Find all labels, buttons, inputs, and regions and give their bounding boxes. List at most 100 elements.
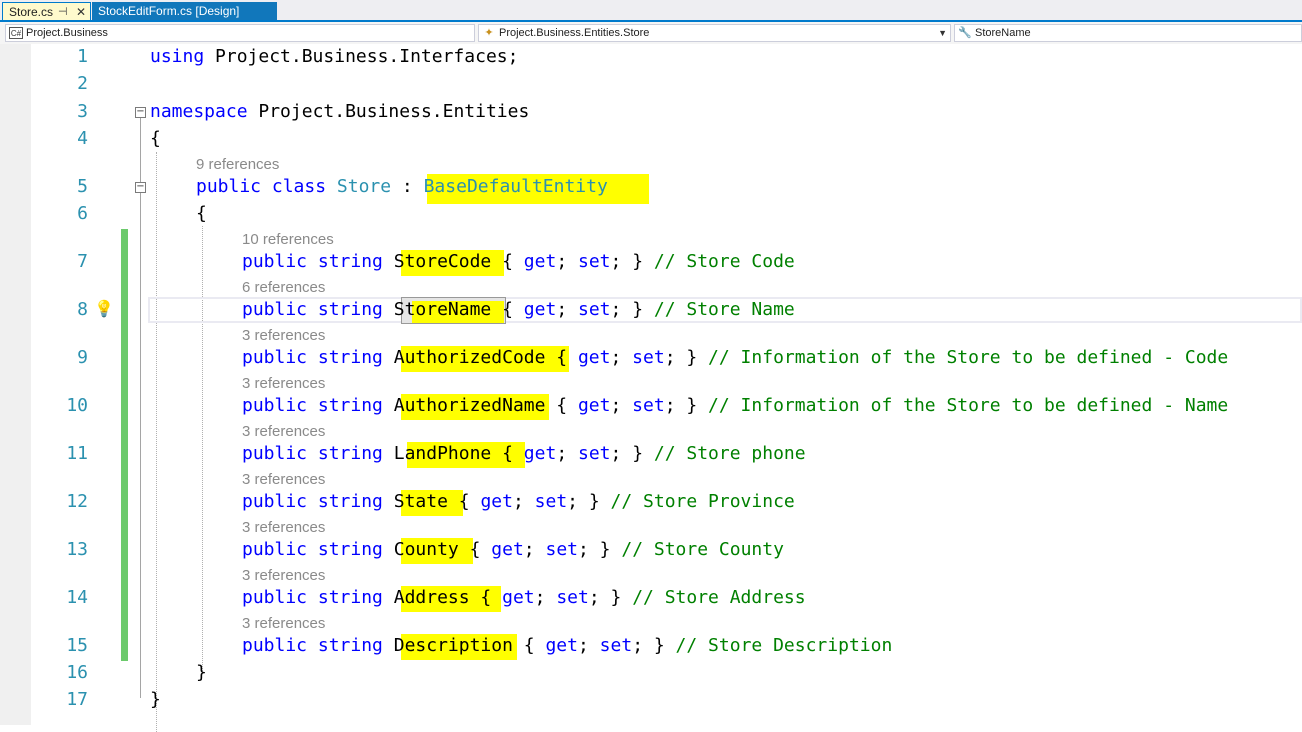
- tab-label: StockEditForm.cs [Design]: [98, 4, 240, 18]
- code-text: {: [469, 587, 503, 608]
- code-line: public string Address { get; set; } // S…: [242, 587, 806, 608]
- document-tab-strip: Store.cs ⊣ ✕ StockEditForm.cs [Design]: [0, 0, 1302, 22]
- keyword: public string: [242, 395, 383, 416]
- code-text: ; }: [664, 395, 709, 416]
- line-number: 15: [66, 635, 88, 656]
- collapse-class-icon[interactable]: −: [135, 182, 146, 193]
- property-name: Address: [393, 587, 470, 608]
- code-text: {: [491, 443, 524, 464]
- comment: // Store Code: [653, 251, 795, 272]
- keyword: public string: [242, 587, 383, 608]
- code-line: }: [150, 689, 161, 710]
- line-number: 12: [66, 491, 88, 512]
- comment: // Information of the Store to be define…: [708, 347, 1229, 368]
- code-text: ; }: [588, 587, 633, 608]
- type-dropdown[interactable]: ✦ Project.Business.Entities.Store ▼: [478, 24, 951, 42]
- code-text: ; }: [632, 635, 676, 656]
- codelens-references[interactable]: 3 references: [242, 471, 325, 489]
- code-text: Project.Business.Interfaces;: [204, 46, 519, 67]
- keyword: public string: [242, 299, 383, 320]
- code-text: ; }: [610, 299, 654, 320]
- navigation-bar: C# Project.Business ✦ Project.Business.E…: [0, 22, 1302, 45]
- line-number: 4: [77, 128, 88, 149]
- codelens-references[interactable]: 3 references: [242, 567, 325, 585]
- codelens-references[interactable]: 3 references: [242, 423, 325, 441]
- code-text: {: [545, 395, 578, 416]
- code-line: {: [150, 128, 161, 149]
- code-line: public string StoreName { get; set; } //…: [242, 299, 795, 320]
- line-number: 8: [77, 299, 88, 320]
- code-line: public class Store : BaseDefaultEntity: [196, 175, 608, 199]
- keyword: get: [577, 395, 611, 416]
- property-name: State: [393, 491, 448, 512]
- keyword: get: [577, 347, 611, 368]
- codelens-references[interactable]: 6 references: [242, 279, 325, 297]
- code-editor[interactable]: 1 2 3 4 5 6 7 8 9 10 11 12 13 14 15 16 1…: [0, 44, 1302, 732]
- class-name: Store: [336, 176, 392, 197]
- keyword: using: [150, 46, 205, 67]
- code-line: public string County { get; set; } // St…: [242, 539, 784, 560]
- keyword: set: [545, 539, 578, 560]
- keyword: set: [578, 251, 611, 272]
- keyword: set: [599, 635, 633, 656]
- codelens-references[interactable]: 3 references: [242, 327, 325, 345]
- line-number: 13: [66, 539, 88, 560]
- close-icon[interactable]: ✕: [76, 3, 86, 21]
- code-text: ; }: [578, 539, 622, 560]
- codelens-references[interactable]: 9 references: [196, 156, 279, 174]
- keyword: public string: [242, 251, 383, 272]
- tab-label: Store.cs: [9, 5, 54, 19]
- line-number: 2: [77, 73, 88, 94]
- codelens-references[interactable]: 3 references: [242, 615, 325, 633]
- comment: // Information of the Store to be define…: [708, 395, 1229, 416]
- keyword: public string: [242, 491, 383, 512]
- keyword: get: [545, 635, 578, 656]
- code-text: ; }: [610, 443, 654, 464]
- line-number: 9: [77, 347, 88, 368]
- comment: // Store Name: [653, 299, 795, 320]
- line-number: 10: [66, 395, 88, 416]
- code-text: :: [391, 176, 424, 197]
- tab-store-cs[interactable]: Store.cs ⊣ ✕: [2, 2, 91, 22]
- line-number: 6: [77, 203, 88, 224]
- code-text: ; }: [567, 491, 611, 512]
- type-dropdown-value: Project.Business.Entities.Store: [499, 27, 650, 39]
- keyword: set: [632, 347, 665, 368]
- property-name: LandPhone: [393, 443, 492, 464]
- member-dropdown-value: StoreName: [975, 27, 1031, 39]
- member-dropdown[interactable]: 🔧 StoreName: [954, 24, 1302, 42]
- keyword: get: [523, 251, 557, 272]
- pin-icon[interactable]: ⊣: [58, 3, 68, 21]
- code-line: public string LandPhone { get; set; } //…: [242, 443, 806, 464]
- code-line: namespace Project.Business.Entities: [150, 100, 529, 124]
- keyword: set: [556, 587, 589, 608]
- line-number: 5: [77, 176, 88, 197]
- lightbulb-icon[interactable]: 💡: [94, 299, 114, 319]
- code-text: {: [512, 635, 546, 656]
- code-line: }: [196, 662, 207, 683]
- tab-stockeditform-design[interactable]: StockEditForm.cs [Design]: [92, 2, 277, 20]
- line-number: 7: [77, 251, 88, 272]
- code-text: {: [447, 491, 481, 512]
- chevron-down-icon[interactable]: ▼: [938, 25, 947, 41]
- comment: // Store Province: [610, 491, 795, 512]
- keyword: set: [534, 491, 568, 512]
- keyword: namespace: [150, 101, 248, 122]
- keyword: set: [578, 443, 611, 464]
- codelens-references[interactable]: 10 references: [242, 231, 334, 249]
- code-line: public string StoreCode { get; set; } //…: [242, 251, 795, 272]
- code-line: public string Description { get; set; } …: [242, 635, 893, 656]
- keyword: public string: [242, 635, 383, 656]
- codelens-references[interactable]: 3 references: [242, 375, 325, 393]
- collapse-namespace-icon[interactable]: −: [135, 107, 146, 118]
- csharp-project-icon: C#: [9, 27, 23, 39]
- project-dropdown[interactable]: C# Project.Business: [5, 24, 475, 42]
- code-line: public string State { get; set; } // Sto…: [242, 491, 795, 512]
- keyword: set: [632, 395, 665, 416]
- property-name: StoreName: [393, 299, 492, 320]
- codelens-references[interactable]: 3 references: [242, 519, 325, 537]
- code-line: public string AuthorizedName { get; set;…: [242, 395, 1229, 416]
- outline-guide: [140, 193, 141, 683]
- keyword: public string: [242, 443, 383, 464]
- line-number: 16: [66, 662, 88, 683]
